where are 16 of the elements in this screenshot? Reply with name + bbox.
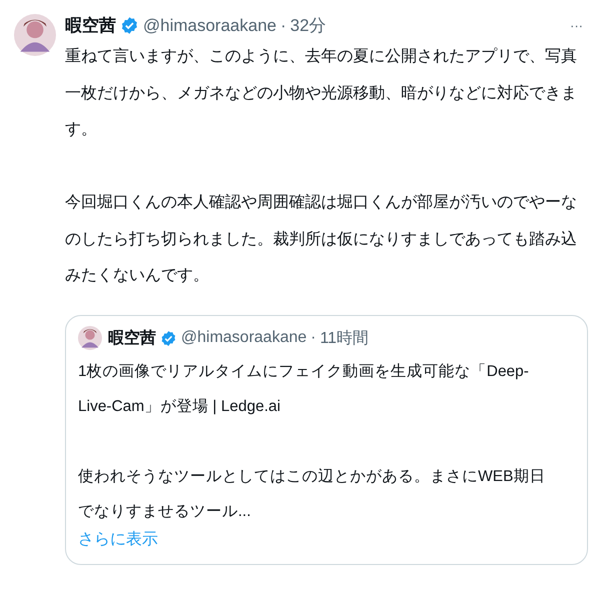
separator-dot: · xyxy=(280,16,286,36)
quoted-text: 使われそうなツールとしてはこの辺とかがある。まさにWEB期日でなりすませるツール... xyxy=(78,467,546,522)
post-text: 今回堀口くんの本人確認や周囲確認は堀口くんが部屋が汚いのでやーなのしたら打ち切られました。裁判所は仮になりすましであっても踏み込みたくないんです。 xyxy=(65,192,578,286)
post-text: 重ねて言いますが、このように、去年の夏に公開されたアプリで、写真一枚だけから、メガネなどの小物や光源移動、暗がりなどに対応できます。 xyxy=(65,46,578,140)
author-handle[interactable]: @himasoraakane xyxy=(181,329,307,347)
avatar[interactable] xyxy=(78,326,102,350)
separator-dot: · xyxy=(310,329,316,347)
author-handle[interactable]: @himasoraakane xyxy=(143,16,276,36)
author-name[interactable]: 暇空茜 xyxy=(65,14,116,37)
quoted-post[interactable]: 暇空茜 @himasoraakane · 11時間 1枚の画像でリアルタイムにフェイク動画を生成可能な「Deep-Live-Cam」が登場 | Ledge.ai 使われそうなツールとしてはこの辺とかがある。まさにWEB期日でなりすませるツール... さらに表示 xyxy=(65,315,588,565)
post-time[interactable]: 32分 xyxy=(290,14,326,37)
avatar[interactable] xyxy=(14,14,56,56)
quoted-text: 1枚の画像でリアルタイムにフェイク動画を生成可能な「Deep-Live-Cam」が登場 | Ledge.ai xyxy=(78,362,530,417)
post-time[interactable]: 11時間 xyxy=(320,328,369,348)
more-button[interactable]: ··· xyxy=(566,18,587,33)
author-name[interactable]: 暇空茜 xyxy=(108,328,156,348)
